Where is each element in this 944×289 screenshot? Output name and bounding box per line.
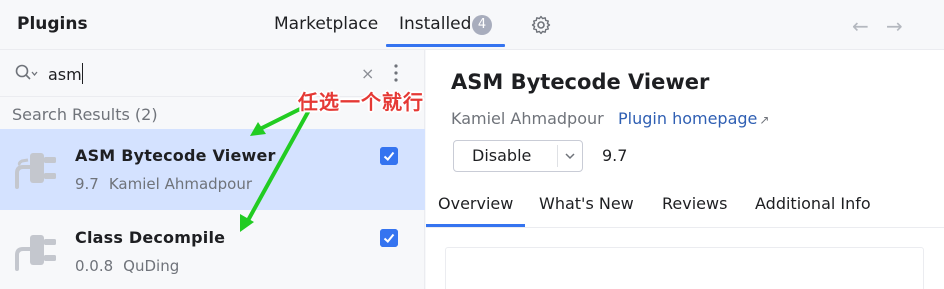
forward-arrow-icon[interactable]: → bbox=[886, 14, 903, 38]
detail-version: 9.7 bbox=[602, 146, 628, 165]
plugin-list-item[interactable]: Class Decompile 0.0.8 QuDing bbox=[0, 211, 425, 289]
plugin-author: QuDing bbox=[123, 257, 180, 275]
more-options-icon[interactable] bbox=[391, 62, 401, 84]
tab-overview[interactable]: Overview bbox=[438, 194, 513, 213]
plugin-version: 0.0.8 bbox=[75, 257, 114, 275]
plugin-author: Kamiel Ahmadpour bbox=[108, 175, 253, 193]
disable-button-label: Disable bbox=[472, 146, 532, 165]
tab-marketplace[interactable]: Marketplace bbox=[274, 14, 378, 34]
enabled-checkbox[interactable] bbox=[380, 147, 398, 165]
plugin-homepage-link[interactable]: Plugin homepage ↗ bbox=[618, 109, 769, 128]
clear-search-icon[interactable]: × bbox=[361, 64, 374, 83]
plugin-name: Class Decompile bbox=[75, 228, 226, 247]
overview-content bbox=[445, 247, 924, 289]
plugin-icon bbox=[15, 235, 56, 271]
page-title: Plugins bbox=[17, 14, 88, 34]
tab-reviews[interactable]: Reviews bbox=[662, 194, 727, 213]
plugin-name: ASM Bytecode Viewer bbox=[75, 146, 276, 165]
plugin-meta: 0.0.8 QuDing bbox=[75, 257, 179, 275]
plugin-homepage-label[interactable]: Plugin homepage bbox=[618, 109, 757, 128]
external-link-icon: ↗ bbox=[759, 113, 770, 127]
tab-whats-new[interactable]: What's New bbox=[539, 194, 634, 213]
plugin-meta: 9.7 Kamiel Ahmadpour bbox=[75, 175, 252, 193]
annotation-label: 任选一个就行 bbox=[298, 90, 424, 114]
tab-additional-info[interactable]: Additional Info bbox=[755, 194, 871, 213]
gear-icon[interactable] bbox=[530, 14, 552, 36]
search-results-label: Search Results (2) bbox=[12, 105, 158, 124]
enabled-checkbox[interactable] bbox=[380, 229, 398, 247]
detail-tabs: Overview What's New Reviews Additional I… bbox=[426, 182, 944, 228]
disable-button[interactable]: Disable bbox=[453, 140, 583, 172]
installed-count-badge: 4 bbox=[472, 15, 492, 35]
plugin-icon bbox=[15, 153, 56, 189]
plugin-detail-panel: ASM Bytecode Viewer Kamiel Ahmadpour Plu… bbox=[426, 50, 944, 289]
search-icon[interactable] bbox=[14, 63, 38, 83]
plugin-version: 9.7 bbox=[75, 175, 99, 193]
search-input[interactable] bbox=[48, 62, 348, 86]
plugin-list-item[interactable]: ASM Bytecode Viewer 9.7 Kamiel Ahmadpour bbox=[0, 129, 425, 210]
button-divider bbox=[557, 145, 558, 167]
tab-installed[interactable]: Installed bbox=[399, 14, 471, 34]
plugins-header: Plugins Marketplace Installed 4 ← → bbox=[0, 0, 944, 50]
active-tab-indicator bbox=[386, 44, 505, 47]
active-detail-tab-indicator bbox=[426, 224, 525, 227]
chevron-down-icon[interactable] bbox=[563, 149, 577, 163]
text-caret bbox=[82, 63, 83, 84]
detail-author: Kamiel Ahmadpour bbox=[451, 109, 604, 128]
detail-plugin-title: ASM Bytecode Viewer bbox=[451, 70, 710, 94]
back-arrow-icon[interactable]: ← bbox=[852, 14, 869, 38]
